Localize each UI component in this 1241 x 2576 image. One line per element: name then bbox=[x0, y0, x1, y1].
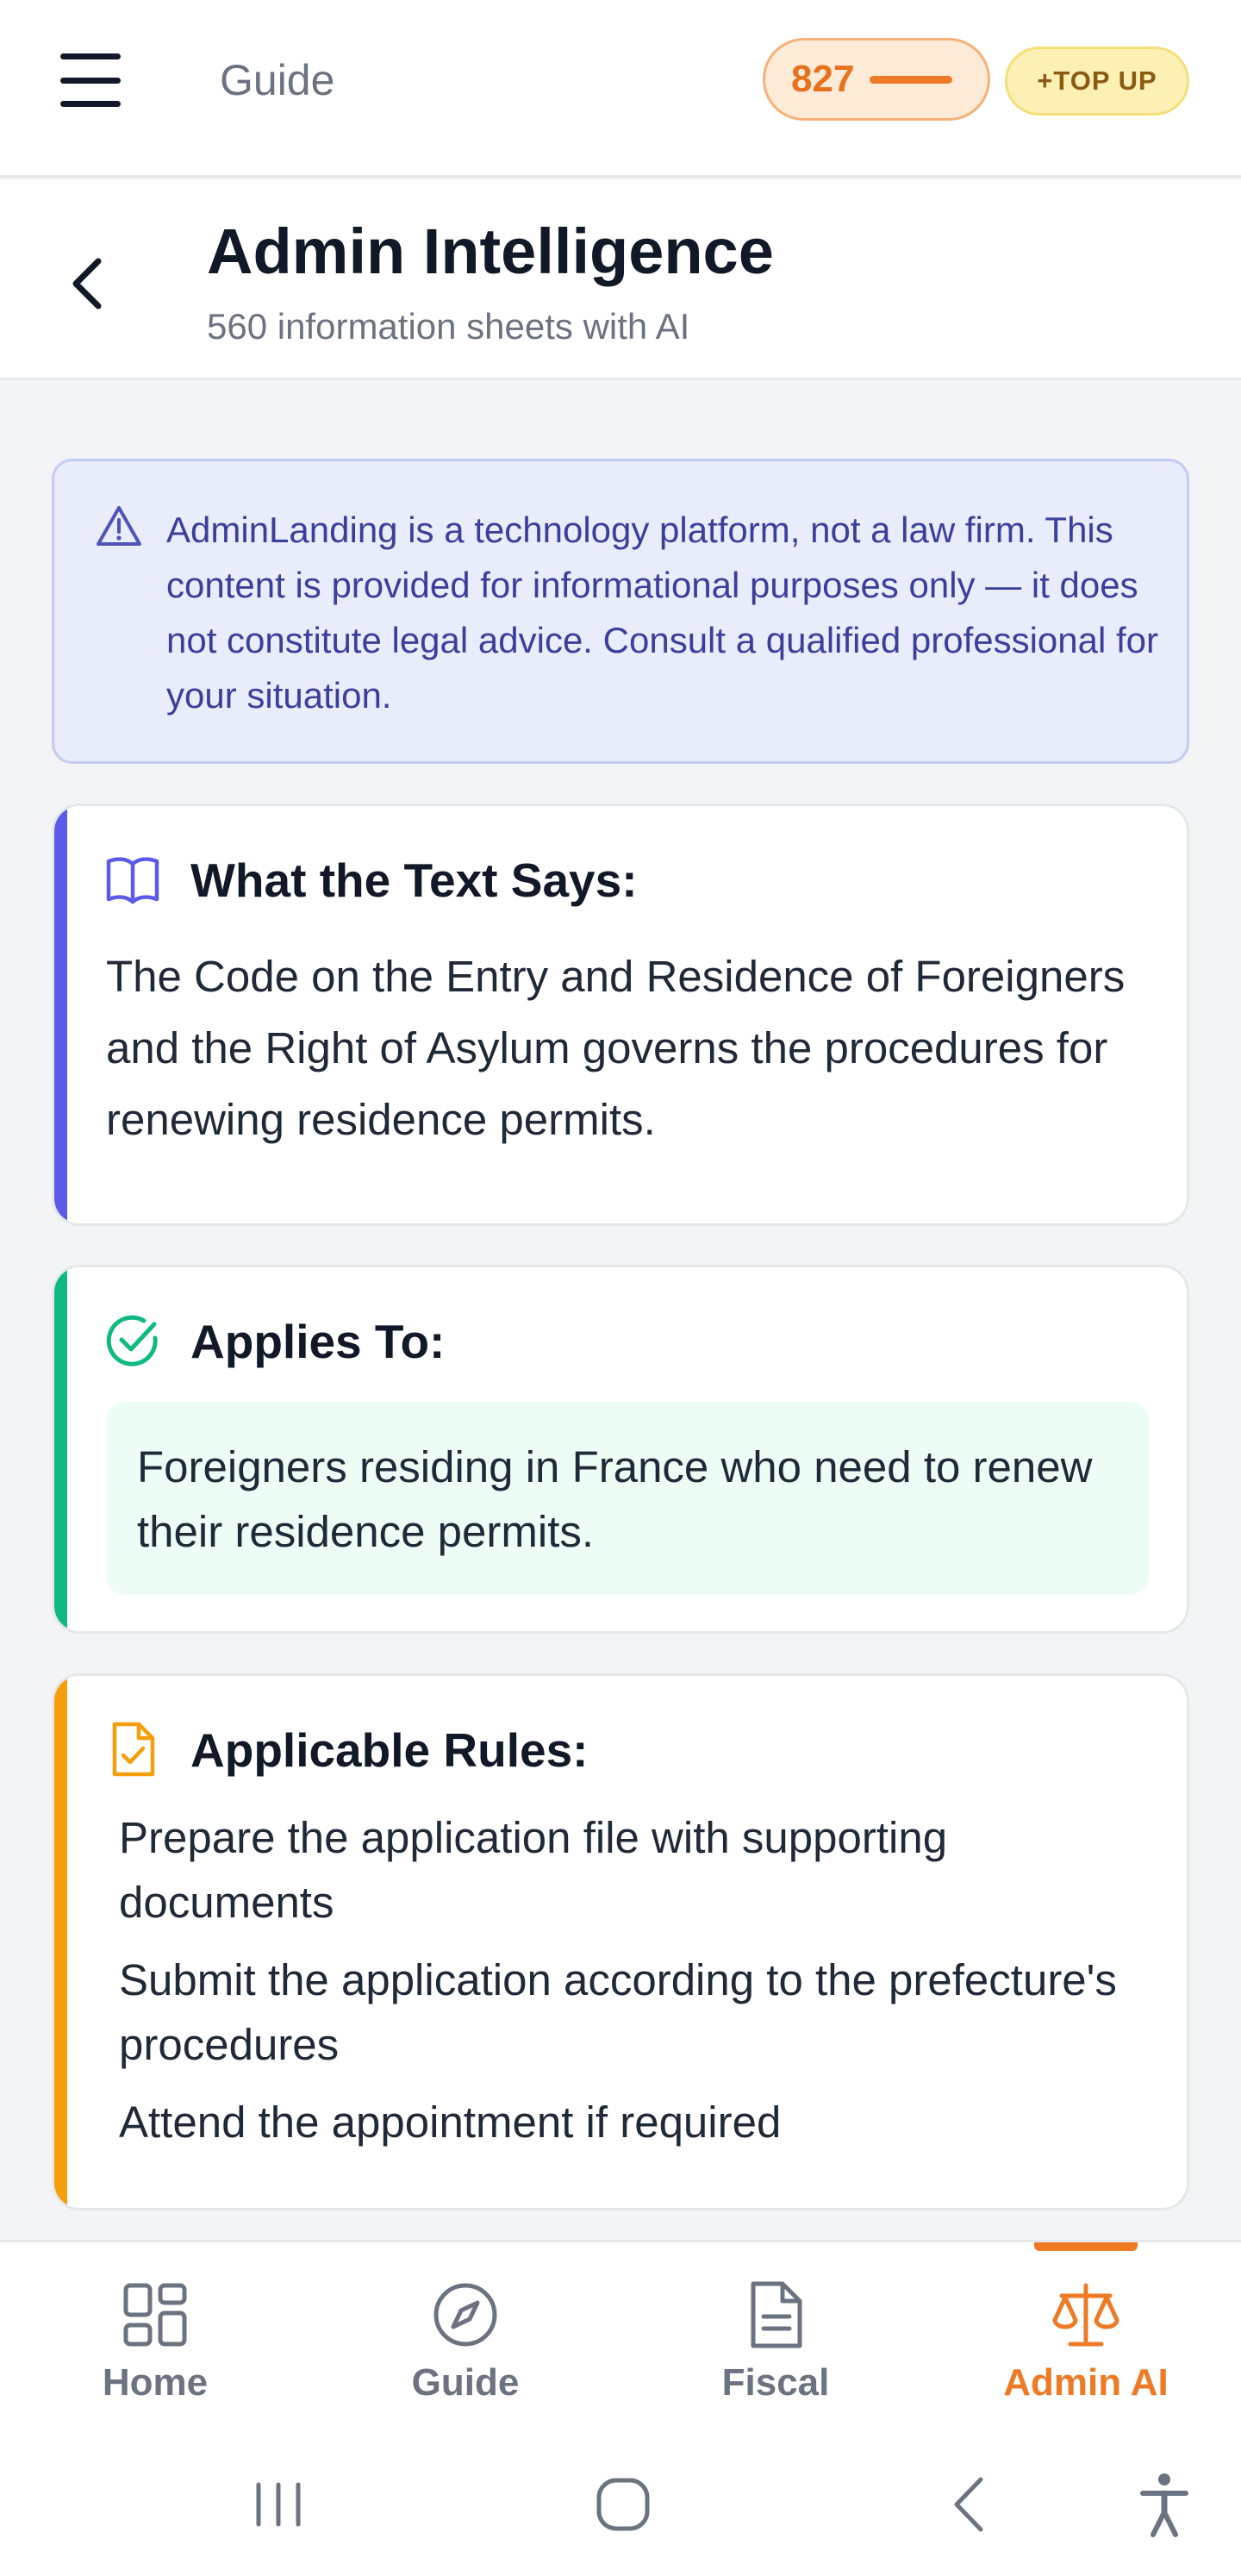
recent-apps-icon[interactable] bbox=[240, 2466, 317, 2543]
nav-item-guide[interactable]: Guide bbox=[310, 2242, 620, 2434]
card-accent-bar bbox=[54, 1676, 67, 2208]
credits-bar-indicator bbox=[870, 75, 953, 84]
rule-item: Submit the application according to the … bbox=[119, 1955, 1117, 2069]
hamburger-menu-icon[interactable] bbox=[60, 50, 121, 110]
document-icon bbox=[739, 2279, 812, 2351]
card-accent-bar bbox=[54, 1267, 67, 1631]
card-accent-bar bbox=[54, 806, 67, 1223]
text-says-card: What the Text Says: The Code on the Entr… bbox=[52, 803, 1189, 1226]
nav-item-home[interactable]: Home bbox=[0, 2242, 310, 2434]
app-bar-title: Guide bbox=[220, 56, 335, 104]
applicable-rules-title: Applicable Rules: bbox=[190, 1723, 589, 1777]
rule-item: Attend the appointment if required bbox=[119, 2098, 782, 2147]
top-app-bar: Guide 827 +TOP UP bbox=[0, 0, 1241, 178]
rule-item: Prepare the application file with suppor… bbox=[119, 1813, 948, 1927]
legal-disclaimer-banner: AdminLanding is a technology platform, n… bbox=[52, 459, 1189, 764]
scales-icon bbox=[1050, 2279, 1122, 2351]
rules-list: Prepare the application file with suppor… bbox=[119, 1805, 1136, 2167]
nav-label-home: Home bbox=[102, 2361, 209, 2404]
text-says-body: The Code on the Entry and Residence of F… bbox=[106, 952, 1126, 1144]
credits-badge[interactable]: 827 bbox=[763, 38, 990, 121]
compass-icon bbox=[429, 2279, 502, 2351]
warning-triangle-icon bbox=[96, 504, 142, 547]
nav-label-admin-ai: Admin AI bbox=[1003, 2361, 1169, 2404]
page-header: Admin Intelligence 560 information sheet… bbox=[0, 180, 1241, 380]
check-circle-icon bbox=[104, 1312, 161, 1369]
grid-icon bbox=[119, 2279, 191, 2351]
page-title: Admin Intelligence bbox=[207, 216, 774, 287]
system-back-icon[interactable] bbox=[932, 2466, 1010, 2543]
applies-to-body: Foreigners residing in France who need t… bbox=[106, 1402, 1149, 1595]
applicable-rules-card: Applicable Rules: Prepare the applicatio… bbox=[52, 1673, 1189, 2210]
credits-count: 827 bbox=[791, 58, 855, 100]
system-navigation-bar bbox=[0, 2431, 1241, 2576]
document-check-icon bbox=[104, 1721, 161, 1778]
home-circle-icon[interactable] bbox=[584, 2466, 662, 2543]
nav-label-fiscal: Fiscal bbox=[721, 2361, 830, 2404]
text-says-title: What the Text Says: bbox=[190, 853, 638, 907]
page-subtitle: 560 information sheets with AI bbox=[207, 306, 690, 347]
open-book-icon bbox=[104, 851, 161, 908]
nav-item-admin-ai[interactable]: Admin AI bbox=[931, 2242, 1241, 2434]
nav-item-fiscal[interactable]: Fiscal bbox=[620, 2242, 931, 2434]
back-arrow-icon[interactable] bbox=[62, 249, 114, 318]
accessibility-icon[interactable] bbox=[1126, 2466, 1203, 2543]
applies-to-title: Applies To: bbox=[190, 1315, 446, 1368]
disclaimer-text: AdminLanding is a technology platform, n… bbox=[166, 510, 1159, 716]
top-up-button[interactable]: +TOP UP bbox=[1005, 47, 1189, 116]
bottom-navigation: Home Guide Fiscal Admin AI bbox=[0, 2240, 1241, 2431]
nav-label-guide: Guide bbox=[411, 2361, 520, 2404]
applies-to-card: Applies To: Foreigners residing in Franc… bbox=[52, 1265, 1189, 1634]
